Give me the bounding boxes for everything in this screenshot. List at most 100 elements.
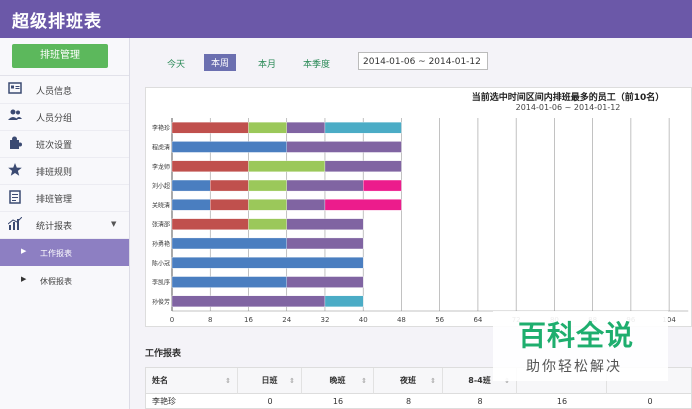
column-header-label: 夜班 — [400, 376, 416, 385]
column-header-evening[interactable]: 晚班 ⇕ — [302, 368, 374, 394]
watermark: 百科全说 助你轻松解决 — [493, 311, 668, 381]
bar-segment — [248, 122, 287, 134]
sidebar: 排班管理 人员信息 人员分组 班次设置 排班规则 排班管理 统计报表 ▼ ▶ 工… — [0, 38, 130, 409]
y-tick-label: 李艳珍 — [152, 124, 170, 132]
column-header-name[interactable]: 姓名 ⇕ — [146, 368, 238, 394]
bar-segment — [171, 160, 249, 172]
report-title: 工作报表 — [145, 349, 182, 359]
bar-segment — [171, 141, 287, 153]
bar-segment — [248, 160, 326, 172]
bar-segment — [210, 179, 249, 192]
y-tick-label: 李凯序 — [152, 279, 170, 287]
bar-segment — [171, 199, 211, 211]
x-tick-label: 8 — [208, 316, 212, 324]
sidebar-subitem-work-report[interactable]: ▶ 工作报表 — [0, 239, 129, 266]
x-tick-label: 48 — [397, 316, 406, 324]
chevron-down-icon: ▼ — [111, 220, 117, 228]
column-header-label: 8-4班 — [468, 376, 491, 385]
chevron-right-icon: ▶ — [21, 247, 27, 255]
sidebar-item-label: 排班管理 — [36, 195, 73, 205]
tab-today[interactable]: 今天 — [167, 57, 185, 70]
bar-chart-icon — [7, 216, 23, 231]
x-tick-label: 56 — [435, 316, 444, 324]
sort-icon: ⇕ — [430, 377, 436, 385]
x-tick-label: 32 — [320, 316, 329, 324]
tab-this-week[interactable]: 本周 — [204, 54, 237, 71]
app-title: 超级排班表 — [12, 12, 102, 32]
x-tick-label: 64 — [473, 316, 482, 324]
document-icon — [8, 190, 22, 204]
bar-segment — [324, 160, 402, 172]
sidebar-subitem-leave-report[interactable]: ▶ 休假报表 — [0, 267, 129, 294]
column-header-night[interactable]: 夜班 ⇕ — [374, 368, 443, 394]
bar-segment — [286, 122, 326, 134]
sidebar-item-label: 人员信息 — [36, 87, 73, 97]
table-cell: 8 — [405, 397, 412, 406]
x-tick-label: 16 — [244, 316, 253, 324]
sidebar-item-label: 班次设置 — [36, 141, 73, 151]
bar-segment — [248, 199, 287, 211]
top-bar: 超级排班表 — [0, 0, 692, 38]
bar-segment — [171, 122, 249, 134]
sidebar-item-shift-settings[interactable]: 班次设置 — [0, 130, 129, 158]
sidebar-item-staff-group[interactable]: 人员分组 — [0, 103, 129, 131]
bar-segment — [171, 179, 211, 192]
y-tick-label: 刘小超 — [152, 182, 170, 190]
bar-segment — [286, 179, 364, 192]
sidebar-item-schedule-manage[interactable]: 排班管理 — [0, 184, 129, 212]
bar-segment — [363, 179, 402, 192]
sidebar-item-statistics[interactable]: 统计报表 ▼ — [0, 211, 129, 239]
tab-this-month[interactable]: 本月 — [258, 57, 276, 70]
table-cell: 16 — [556, 397, 568, 406]
sort-icon: ⇕ — [225, 377, 231, 385]
sidebar-subitem-label: 休假报表 — [40, 277, 72, 286]
bar-segment — [171, 276, 287, 288]
bar-segment — [286, 199, 326, 211]
y-tick-label: 程虎清 — [152, 143, 170, 151]
bar-segment — [171, 237, 287, 250]
id-card-icon — [8, 82, 22, 96]
bar-segment — [324, 199, 402, 211]
tab-this-quarter[interactable]: 本季度 — [303, 57, 330, 70]
column-header-label: 晚班 — [329, 376, 346, 385]
sidebar-item-schedule-rules[interactable]: 排班规则 — [0, 157, 129, 185]
watermark-subtitle: 助你轻松解决 — [526, 359, 622, 375]
stacked-bar-chart: 当前选中时间区间内排班最多的员工（前10名）2014-01-06 ~ 2014-… — [152, 91, 689, 340]
bar-segment — [248, 218, 287, 230]
table-cell: 0 — [267, 397, 273, 406]
y-tick-label: 李龙师 — [152, 163, 170, 171]
x-tick-label: 24 — [282, 316, 291, 324]
y-tick-label: 孙俊芳 — [152, 298, 170, 306]
y-tick-label: 关晓清 — [152, 201, 170, 209]
bar-segment — [286, 141, 402, 153]
y-tick-label: 孙勇艳 — [152, 240, 170, 248]
sidebar-item-label: 人员分组 — [36, 114, 73, 124]
sort-icon: ⇕ — [289, 377, 295, 385]
chart-title: 当前选中时间区间内排班最多的员工（前10名） — [472, 91, 665, 103]
table-cell: 16 — [332, 397, 344, 406]
sidebar-subitem-label: 工作报表 — [40, 249, 72, 258]
sidebar-item-staff-info[interactable]: 人员信息 — [0, 76, 129, 104]
bar-segment — [171, 295, 326, 308]
y-tick-label: 陈小冠 — [152, 259, 170, 267]
bar-segment — [210, 199, 249, 211]
users-icon — [8, 109, 22, 123]
bar-segment — [324, 295, 364, 308]
chart-subtitle: 2014-01-06 ~ 2014-01-12 — [516, 103, 621, 112]
y-tick-label: 张清邵 — [152, 221, 170, 229]
date-range-input[interactable]: 2014-01-06 ~ 2014-01-12 — [358, 52, 488, 70]
table-cell: 李艳珍 — [152, 397, 176, 406]
x-tick-label: 40 — [359, 316, 368, 324]
bar-segment — [171, 257, 364, 269]
watermark-title: 百科全说 — [518, 319, 635, 352]
column-header-day[interactable]: 日班 ⇕ — [238, 368, 302, 394]
sidebar-item-label: 排班规则 — [36, 168, 73, 178]
bar-segment — [171, 218, 249, 230]
chevron-right-icon: ▶ — [21, 275, 27, 283]
schedule-manage-button[interactable]: 排班管理 — [12, 44, 108, 68]
bar-segment — [286, 237, 364, 250]
column-header-label: 姓名 — [152, 376, 168, 385]
bar-segment — [286, 276, 364, 288]
star-icon — [8, 163, 22, 177]
table-cell: 0 — [647, 397, 653, 406]
